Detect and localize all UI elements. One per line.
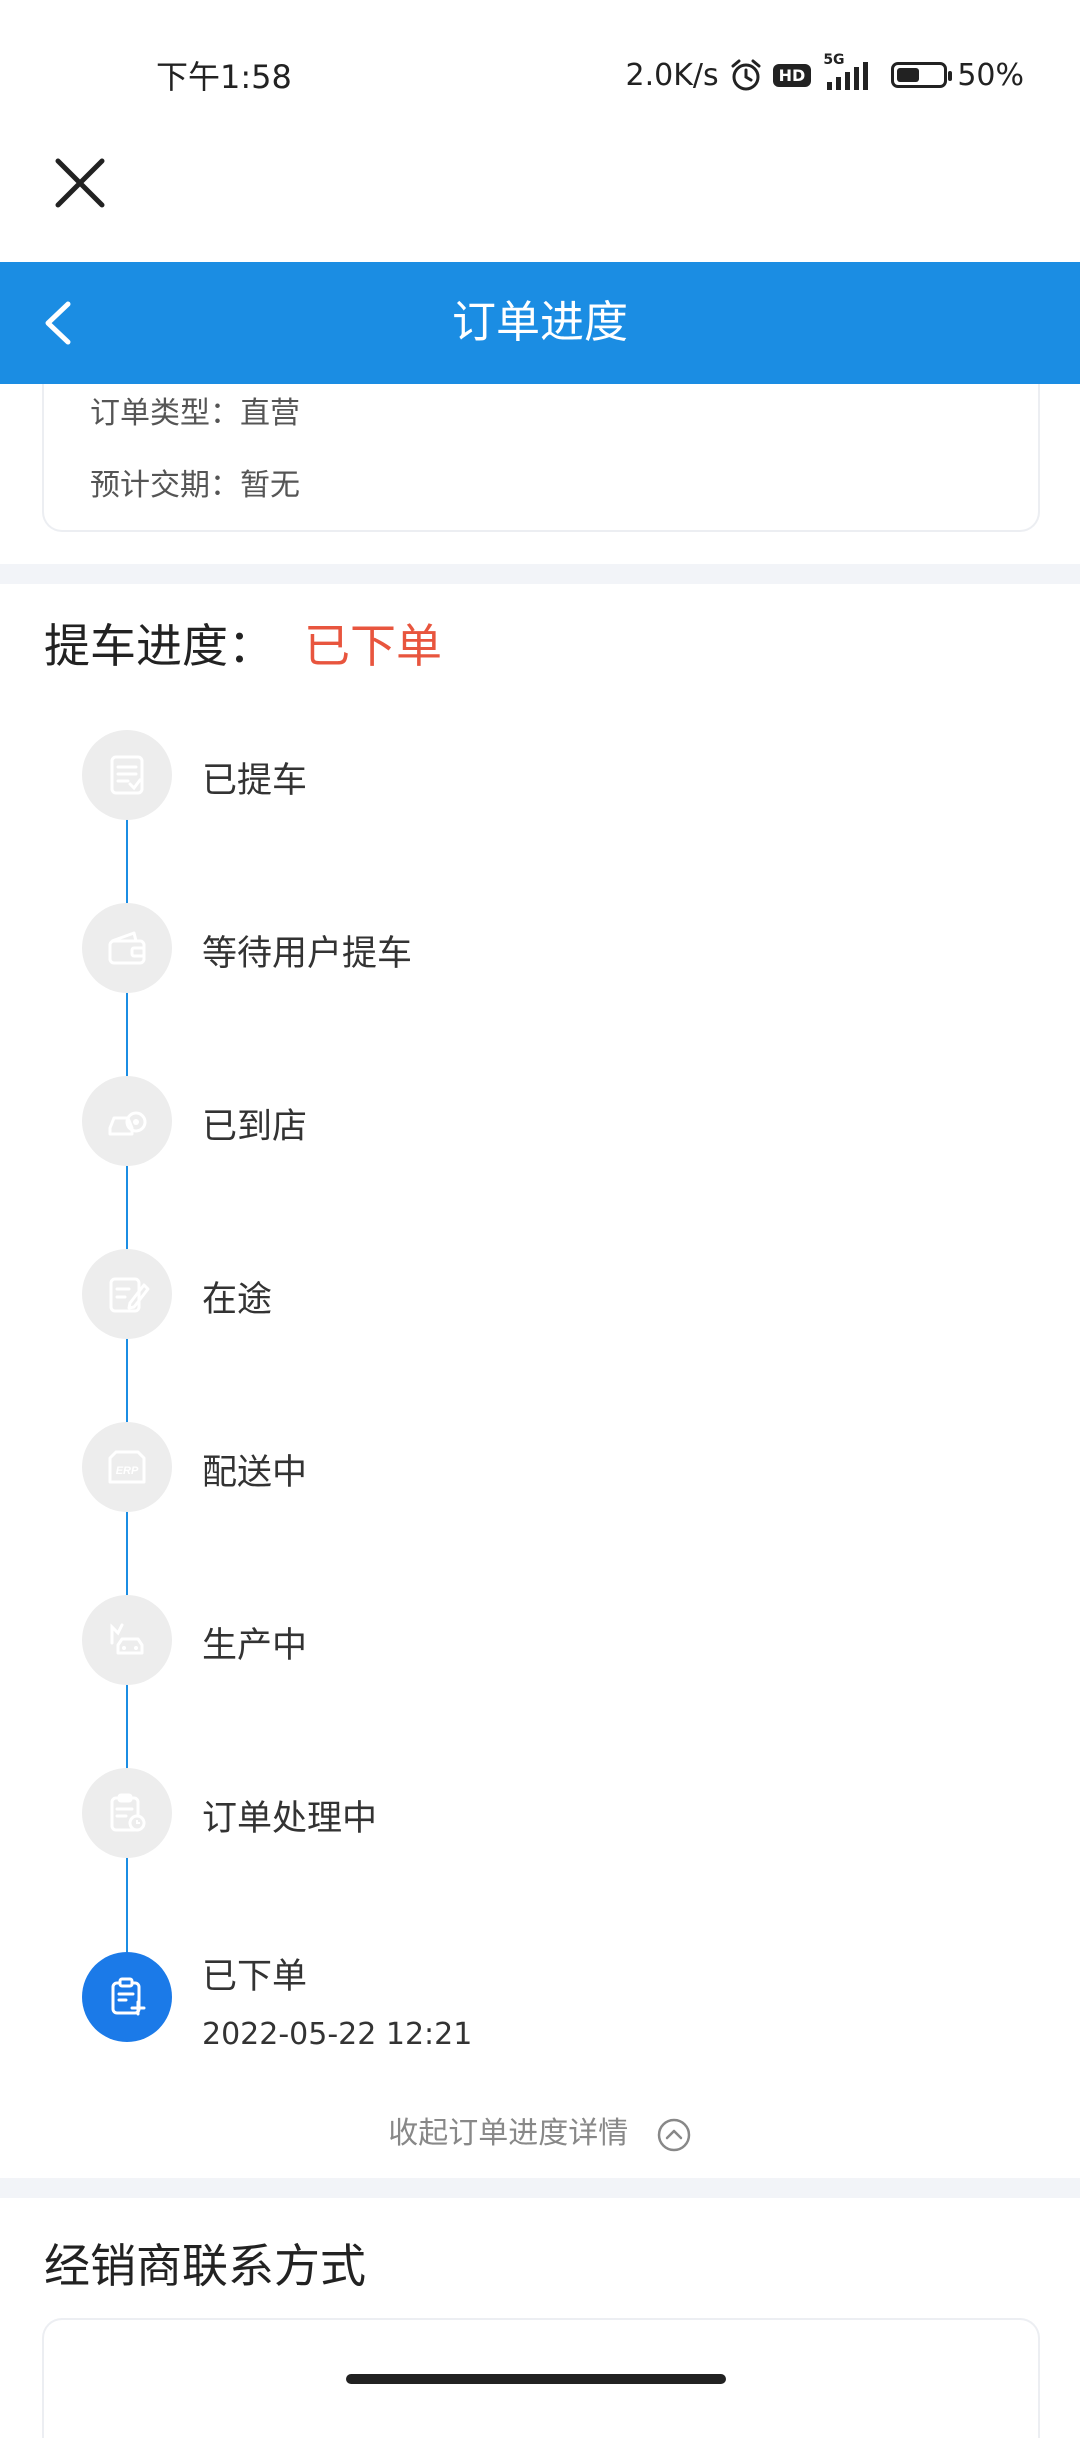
collapse-progress-button[interactable]: 收起订单进度详情 (0, 2108, 1080, 2153)
section-divider (0, 2178, 1080, 2198)
progress-step: 已提车 (82, 730, 982, 822)
progress-title: 提车进度： 已下单 (44, 610, 442, 676)
chevron-up-circle-icon (657, 2118, 691, 2151)
alarm-icon (731, 59, 761, 91)
step-icon-circle (82, 1249, 172, 1339)
progress-title-label: 提车进度： (44, 619, 274, 673)
close-button[interactable] (52, 155, 108, 211)
progress-step: 订单处理中 (82, 1768, 982, 1860)
factory-car-icon (110, 1623, 144, 1655)
progress-current-status: 已下单 (304, 619, 442, 673)
step-label: 订单处理中 (202, 1799, 378, 1839)
step-icon-circle (82, 1595, 172, 1685)
collapse-label: 收起订单进度详情 (388, 2116, 629, 2151)
progress-step: ERP 配送中 (82, 1422, 982, 1514)
status-indicators: 2.0K/s HD 5G 50% (626, 50, 1024, 100)
step-label: 生产中 (202, 1626, 308, 1666)
step-label: 等待用户提车 (202, 934, 413, 974)
dealer-contact-title: 经销商联系方式 (44, 2239, 366, 2293)
clipboard-clock-icon (110, 1793, 146, 1832)
step-label: 已提车 (202, 761, 308, 801)
progress-step: 等待用户提车 (82, 903, 982, 995)
wallet-icon (108, 931, 146, 965)
erp-truck-icon: ERP (108, 1450, 146, 1484)
progress-step: 在途 (82, 1249, 982, 1341)
svg-text:ERP: ERP (116, 1465, 139, 1477)
step-label: 在途 (202, 1280, 273, 1320)
section-divider (0, 564, 1080, 584)
step-date: 2022-05-22 12:21 (202, 2017, 473, 2052)
app-bar: 订单进度 (0, 262, 1080, 384)
progress-step: 生产中 (82, 1595, 982, 1687)
step-icon-circle (82, 1076, 172, 1166)
step-icon-circle-active (82, 1952, 172, 2042)
home-indicator[interactable] (346, 2374, 726, 2384)
step-icon-circle (82, 730, 172, 820)
car-store-icon (108, 1111, 147, 1136)
status-bar: 下午1:58 2.0K/s HD 5G 50% (0, 0, 1080, 150)
step-icon-circle (82, 903, 172, 993)
step-label: 配送中 (202, 1453, 308, 1493)
clipboard-add-icon (111, 1977, 146, 2016)
step-icon-circle: ERP (82, 1422, 172, 1512)
close-icon (55, 158, 105, 208)
page-title: 订单进度 (452, 297, 628, 348)
step-label: 已到店 (202, 1107, 308, 1147)
edit-document-icon (109, 1277, 150, 1313)
step-label: 已下单 (202, 1957, 308, 1997)
progress-step: 已到店 (82, 1076, 982, 1168)
status-time: 下午1:58 (156, 58, 292, 96)
order-type: 订单类型：直营 (90, 396, 300, 431)
step-icon-circle (82, 1768, 172, 1858)
battery-fill (897, 68, 920, 82)
signal-icon: 5G (821, 52, 881, 92)
expected-delivery: 预计交期：暂无 (90, 468, 300, 503)
document-check-icon (110, 755, 144, 795)
progress-step-active: 已下单 2022-05-22 12:21 (82, 1952, 982, 2052)
network-speed: 2.0K/s (625, 57, 719, 93)
battery-percent: 50% (957, 57, 1024, 93)
order-info-card: 订单类型：直营 预计交期：暂无 (42, 384, 1040, 532)
hd-badge: HD (772, 63, 812, 87)
battery-icon (891, 62, 953, 88)
